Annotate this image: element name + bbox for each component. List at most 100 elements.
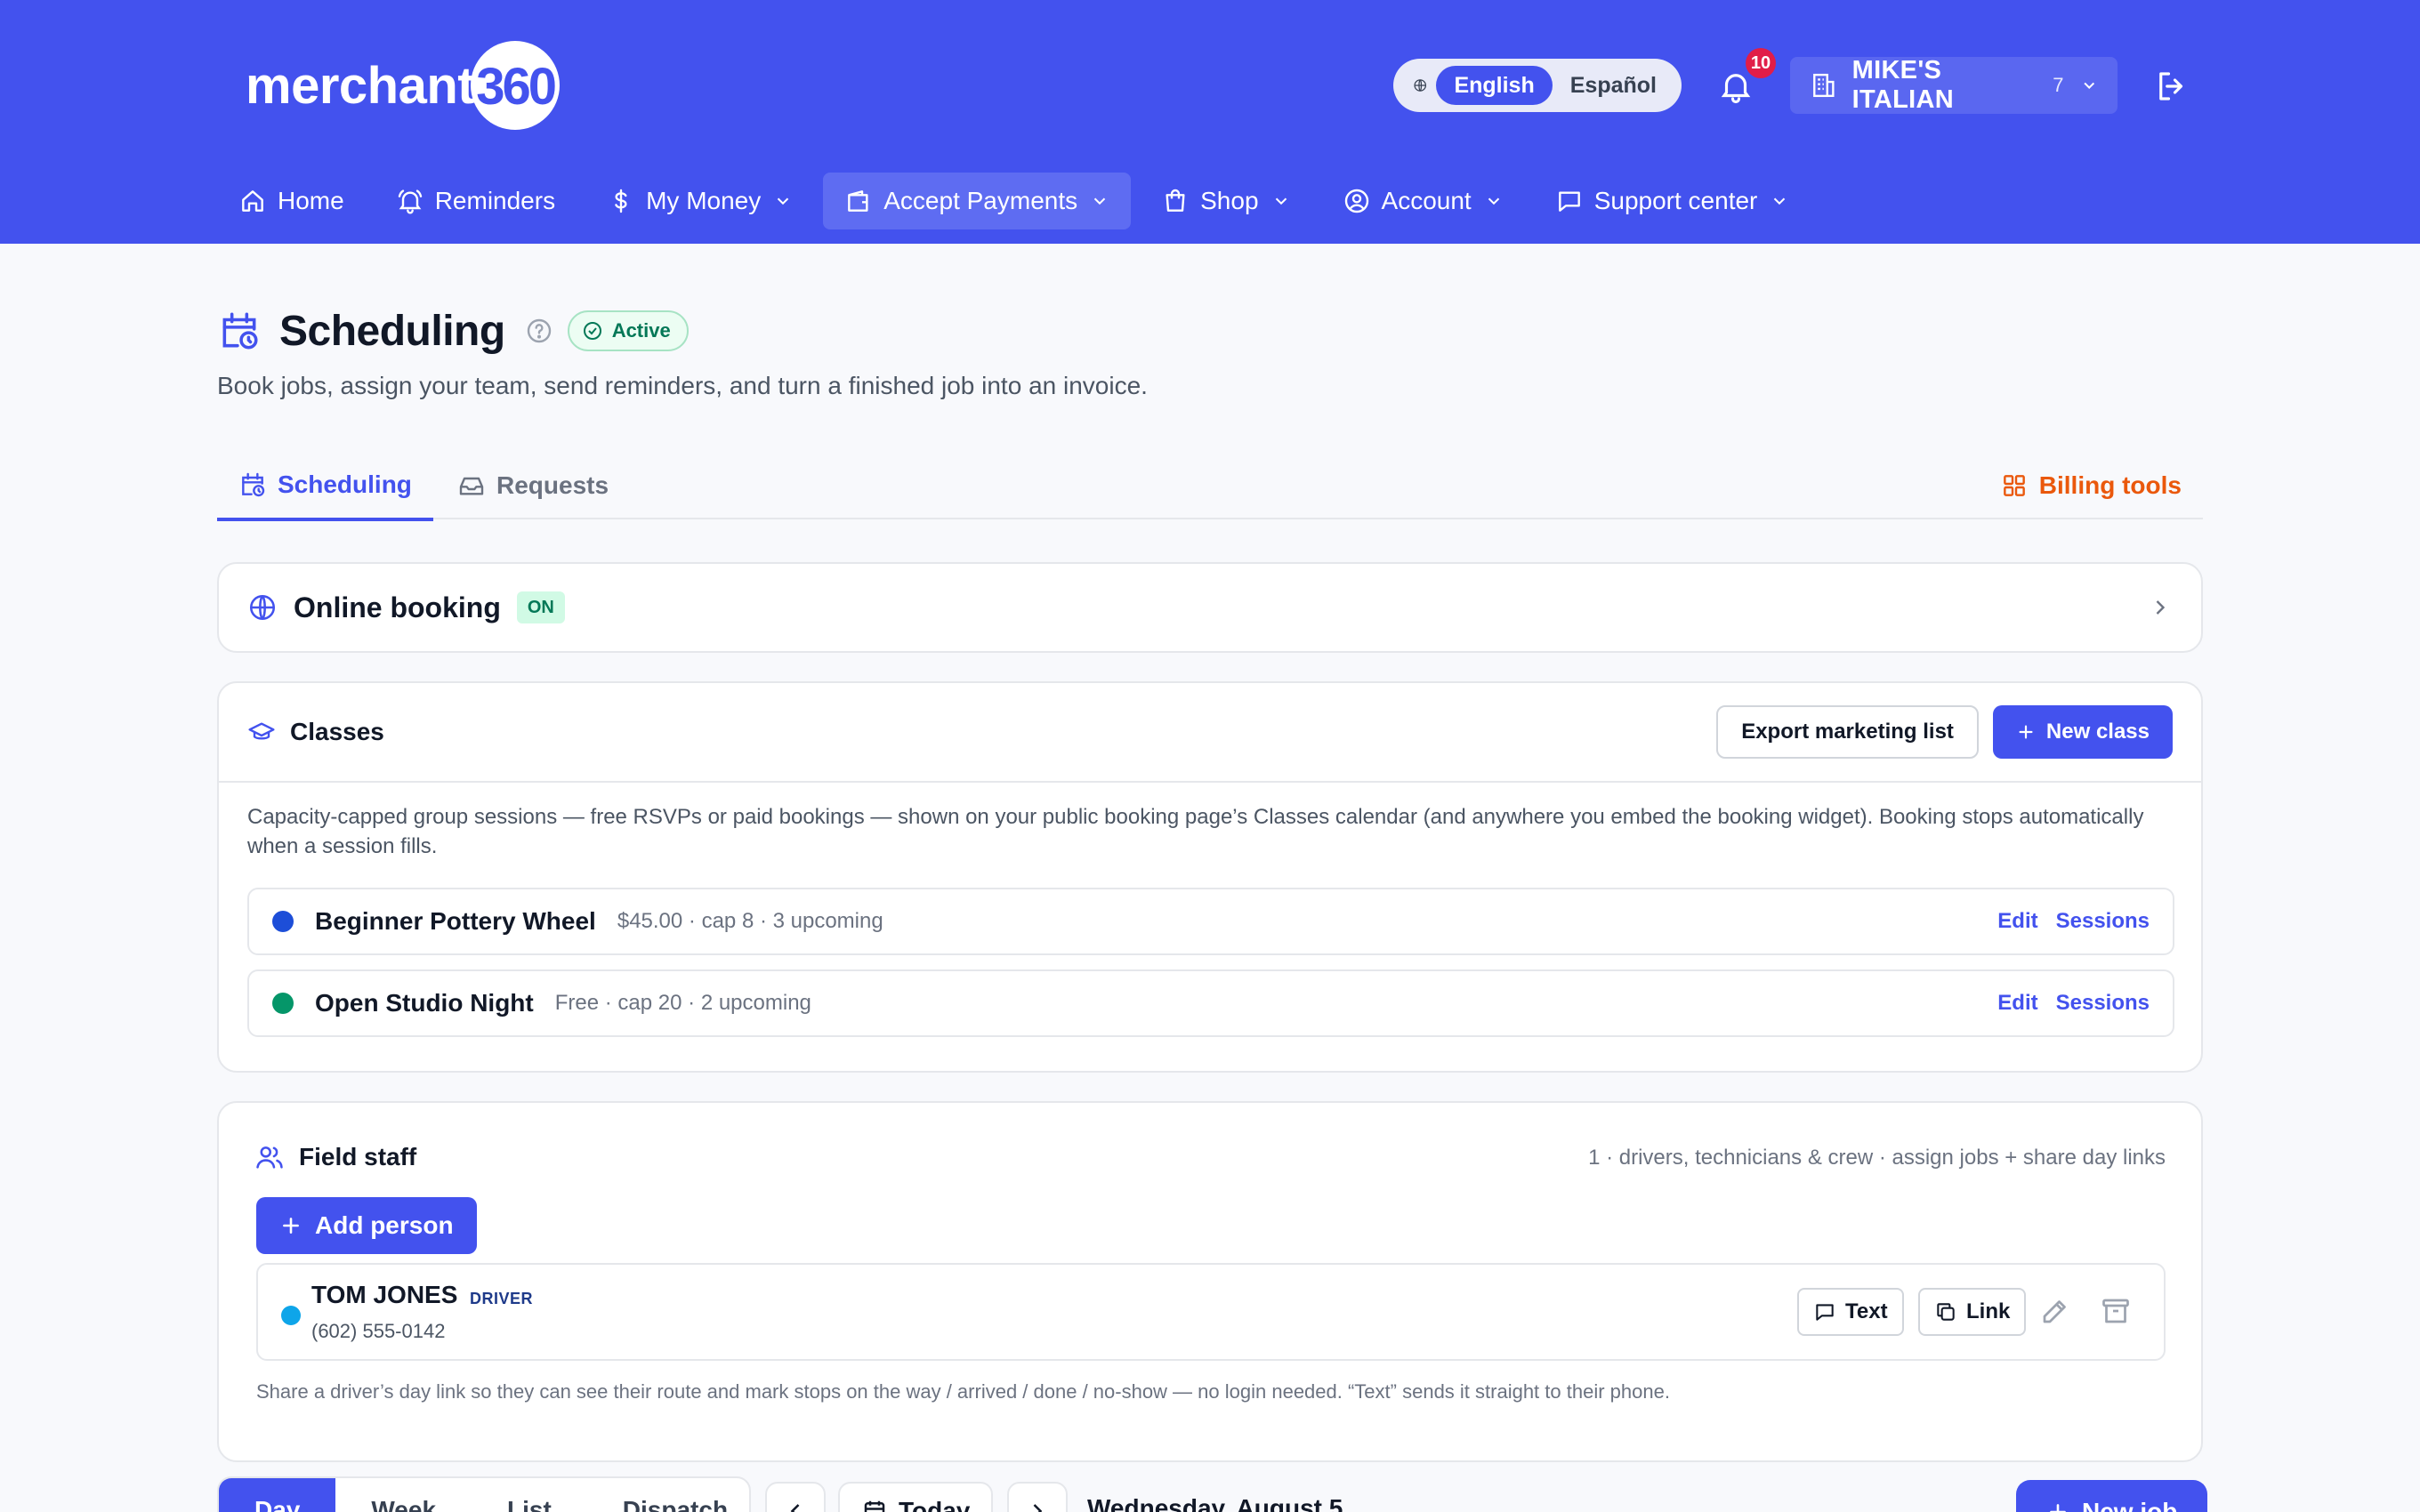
view-day-button[interactable]: Day: [219, 1478, 336, 1512]
nav-home[interactable]: Home: [217, 173, 366, 229]
nav-my-money-label: My Money: [646, 187, 762, 214]
class-actions: Edit Sessions: [1997, 991, 2150, 1016]
classes-header: Classes Export marketing list New class: [219, 683, 2201, 783]
billing-tools-link[interactable]: Billing tools: [2000, 452, 2182, 519]
merchant-name: MIKE'S ITALIAN: [1851, 56, 1954, 114]
logo-number: 360: [476, 58, 557, 116]
class-name: Open Studio Night: [315, 989, 534, 1017]
today-button[interactable]: Today: [838, 1482, 994, 1512]
classes-actions: Export marketing list New class: [1716, 705, 2173, 759]
staff-role-badge: DRIVER: [470, 1290, 534, 1307]
merchant-switcher-button[interactable]: MIKE'S ITALIAN 7: [1790, 56, 2118, 114]
view-list-button[interactable]: List: [472, 1478, 587, 1512]
page-tabs: Scheduling Requests Billing tools: [217, 452, 2203, 521]
online-booking-card[interactable]: Online booking ON: [217, 562, 2203, 653]
class-color-dot: [272, 911, 294, 932]
nav-accept-payments[interactable]: Accept Payments: [823, 173, 1132, 229]
classes-card: Classes Export marketing list New class …: [217, 681, 2203, 1073]
home-icon: [242, 190, 263, 212]
list-item[interactable]: Beginner Pottery Wheel $45.00 · cap 8 · …: [247, 888, 2174, 955]
text-staff-label: Text: [1845, 1299, 1888, 1323]
staff-status-dot: [281, 1306, 301, 1325]
new-job-button[interactable]: New job: [2016, 1480, 2208, 1512]
staff-phone: (602) 555-0142: [311, 1320, 446, 1342]
nav-reminders[interactable]: Reminders: [375, 173, 577, 229]
nav-account-label: Account: [1381, 187, 1472, 214]
field-staff-note: Share a driver’s day link so they can se…: [256, 1380, 1670, 1403]
class-meta: Free · cap 20 · 2 upcoming: [554, 991, 811, 1015]
view-week-button[interactable]: Week: [335, 1478, 472, 1512]
archive-icon[interactable]: [2100, 1295, 2132, 1327]
list-item[interactable]: Open Studio Night Free · cap 20 · 2 upco…: [247, 969, 2174, 1037]
view-dispatch-button[interactable]: Dispatch: [587, 1478, 749, 1512]
field-staff-meta: 1 · drivers, technicians & crew · assign…: [1588, 1146, 2166, 1170]
tab-scheduling[interactable]: Scheduling: [217, 452, 433, 521]
nav-support-center[interactable]: Support center: [1534, 173, 1811, 229]
nav-accept-payments-label: Accept Payments: [883, 187, 1078, 214]
help-circle-icon[interactable]: [525, 317, 553, 345]
new-class-button[interactable]: New class: [1992, 705, 2173, 759]
online-booking-status-badge: ON: [516, 591, 565, 623]
calendar-view-switcher: Day Week List Dispatch: [217, 1476, 751, 1512]
add-person-label: Add person: [315, 1211, 454, 1239]
shopping-bag-icon: [1166, 189, 1185, 212]
text-staff-button[interactable]: Text: [1797, 1288, 1904, 1336]
language-spanish-button[interactable]: Español: [1553, 66, 1674, 105]
graduation-cap-icon: [248, 722, 275, 740]
status-badge: Active: [567, 310, 689, 351]
tab-requests-label: Requests: [496, 471, 609, 499]
field-staff-card: Field staff 1 · drivers, technicians & c…: [217, 1101, 2203, 1462]
merchant-count: 7: [2053, 74, 2064, 96]
class-actions: Edit Sessions: [1997, 909, 2150, 934]
sessions-link[interactable]: Sessions: [2056, 909, 2150, 934]
today-label: Today: [899, 1497, 971, 1512]
message-square-icon: [1816, 1304, 1834, 1321]
nav-home-label: Home: [278, 187, 344, 214]
calendar-clock-icon: [222, 312, 258, 350]
language-english-button[interactable]: English: [1436, 66, 1553, 105]
chevron-down-icon: [1093, 197, 1106, 205]
copy-icon: [1937, 1303, 1955, 1321]
chevron-down-icon: [1774, 197, 1786, 205]
pencil-icon[interactable]: [2039, 1295, 2071, 1327]
merchant360-logo[interactable]: merchant 360: [246, 37, 563, 133]
notification-count-badge: 10: [1746, 48, 1776, 78]
tab-requests[interactable]: Requests: [436, 452, 630, 519]
chevron-left-icon: [790, 1504, 800, 1512]
logout-icon[interactable]: [2153, 68, 2190, 105]
bell-ring-icon: [398, 189, 422, 214]
user-circle-icon: [1344, 189, 1368, 213]
field-staff-header: Field staff: [254, 1142, 416, 1172]
copy-link-button[interactable]: Link: [1918, 1288, 2027, 1336]
field-staff-title: Field staff: [299, 1143, 417, 1170]
plus-icon: [2019, 725, 2033, 739]
nav-reminders-label: Reminders: [434, 187, 556, 214]
classes-title: Classes: [290, 718, 384, 745]
sessions-link[interactable]: Sessions: [2056, 991, 2150, 1016]
chevron-right-icon: [1033, 1504, 1043, 1512]
edit-class-link[interactable]: Edit: [1997, 909, 2037, 934]
wallet-icon: [848, 190, 868, 212]
globe-icon: [249, 594, 276, 621]
next-day-button[interactable]: [1007, 1482, 1068, 1512]
nav-account[interactable]: Account: [1321, 173, 1525, 229]
message-square-icon: [1558, 191, 1580, 212]
plus-icon: [283, 1218, 299, 1234]
logo-text: merchant: [246, 56, 475, 115]
chevron-down-icon: [2083, 82, 2094, 90]
plus-icon: [2050, 1504, 2066, 1512]
language-toggle: English Español: [1393, 59, 1682, 112]
new-class-label: New class: [2045, 720, 2150, 744]
new-job-label: New job: [2082, 1498, 2178, 1512]
logo-circle: 360: [467, 37, 563, 133]
export-marketing-list-button[interactable]: Export marketing list: [1716, 705, 1979, 759]
nav-my-money[interactable]: My Money: [585, 173, 814, 229]
edit-class-link[interactable]: Edit: [1997, 991, 2037, 1016]
nav-shop[interactable]: Shop: [1140, 173, 1311, 229]
chevron-right-icon[interactable]: [2148, 595, 2173, 620]
calendar-icon: [864, 1500, 885, 1512]
page-title-row: Scheduling Active: [217, 302, 689, 359]
page-title: Scheduling: [279, 307, 505, 355]
previous-day-button[interactable]: [765, 1482, 826, 1512]
add-person-button[interactable]: Add person: [256, 1197, 477, 1254]
